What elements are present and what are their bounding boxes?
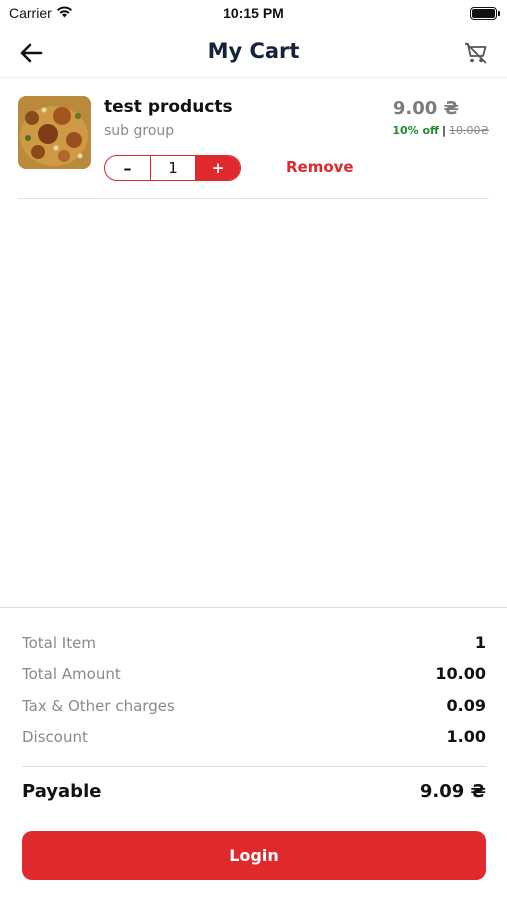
login-button[interactable]: Login [22, 831, 486, 880]
quantity-value: 1 [168, 159, 178, 177]
remove-button[interactable]: Remove [286, 158, 354, 176]
status-bar: Carrier 10:15 PM [0, 0, 507, 30]
total-amount-label: Total Amount [22, 664, 121, 683]
cart-item: test products sub group 9.00 ₴ 10% off |… [18, 88, 489, 199]
product-group: sub group [104, 123, 175, 139]
order-summary: Total Item 1 Total Amount 10.00 Tax & Ot… [0, 607, 507, 900]
summary-row-total-amount: Total Amount 10.00 [22, 664, 486, 683]
total-item-value: 1 [474, 633, 486, 652]
original-price: 10.00₴ [448, 124, 489, 137]
cart-remove-icon [465, 42, 487, 64]
product-image[interactable] [18, 96, 91, 169]
discount-label: Discount [22, 727, 88, 746]
tax-value: 0.09 [446, 696, 486, 715]
product-name[interactable]: test products [104, 97, 233, 117]
total-item-label: Total Item [22, 633, 96, 652]
page-title: My Cart [207, 39, 300, 63]
summary-row-discount: Discount 1.00 [22, 727, 486, 746]
quantity-stepper: – 1 + [104, 155, 241, 181]
tax-label: Tax & Other charges [22, 696, 175, 715]
summary-row-tax: Tax & Other charges 0.09 [22, 696, 486, 715]
nav-bar: My Cart [0, 30, 507, 78]
summary-row-total-item: Total Item 1 [22, 633, 486, 652]
summary-divider [22, 766, 486, 767]
increase-quantity-button[interactable]: + [195, 156, 240, 180]
discount-value: 1.00 [446, 727, 486, 746]
payable-label: Payable [22, 781, 102, 802]
battery-fill [472, 9, 495, 18]
total-amount-value: 10.00 [435, 664, 486, 683]
price-separator: | [441, 124, 446, 137]
status-time: 10:15 PM [223, 5, 284, 21]
discount-badge: 10% off [392, 124, 439, 137]
battery-icon [470, 7, 500, 20]
clear-cart-button[interactable] [461, 40, 491, 66]
decrease-quantity-button[interactable]: – [105, 156, 151, 180]
payable-value: 9.09 ₴ [419, 781, 486, 802]
product-price: 9.00 ₴ [392, 98, 459, 119]
summary-row-payable: Payable 9.09 ₴ [22, 781, 486, 802]
price-details: 10% off | 10.00₴ [392, 124, 489, 137]
